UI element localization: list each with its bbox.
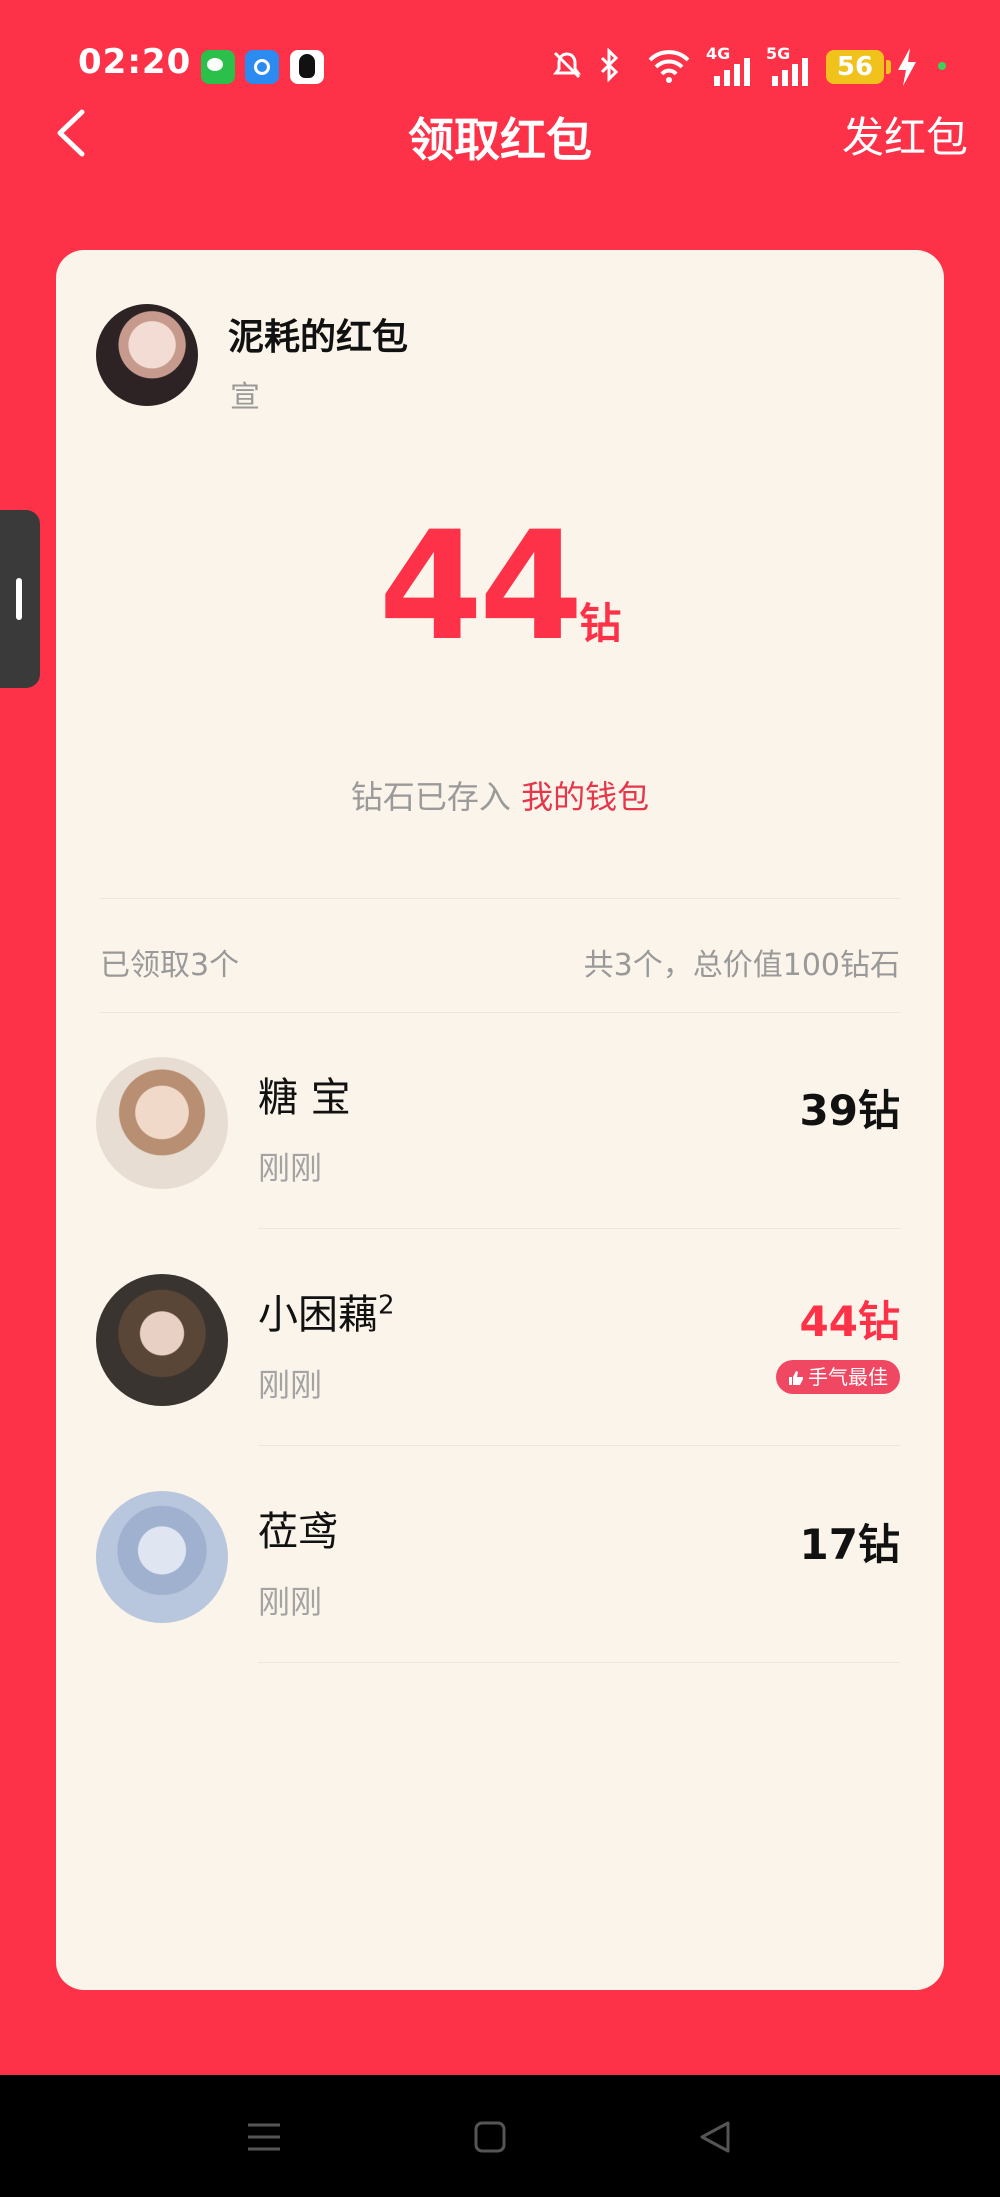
avatar[interactable] [96, 1491, 228, 1623]
red-packet-card: 泥耗的红包 宣 44钻 钻石已存入 我的钱包 已领取3个 共3个，总价值100钻… [56, 250, 944, 1990]
charging-icon [898, 48, 916, 86]
claimer-name: 糖 宝 [258, 1075, 351, 1121]
total-summary: 共3个，总价值100钻石 [583, 948, 900, 983]
claim-amount: 39钻 [799, 1086, 900, 1135]
claim-time: 刚刚 [258, 1149, 323, 1187]
best-luck-badge: 手气最佳 [776, 1360, 900, 1394]
bluetooth-icon [600, 48, 619, 82]
claimer-name: 莅鸢 [258, 1509, 338, 1555]
divider [100, 898, 900, 899]
claimer-name: 小困藕2 [258, 1282, 395, 1340]
avatar[interactable] [96, 1057, 228, 1189]
send-red-packet-button[interactable]: 发红包 [842, 104, 968, 165]
claimed-count: 已领取3个 [100, 948, 240, 983]
menu-icon[interactable] [244, 2117, 284, 2157]
claim-row[interactable]: 糖 宝 刚刚 39钻 [56, 1013, 944, 1229]
wallet-note-text: 钻石已存入 [350, 778, 511, 816]
signal-5g-icon [772, 58, 808, 86]
claim-amount: 17钻 [799, 1520, 900, 1569]
claim-row[interactable]: 莅鸢 刚刚 17钻 [56, 1447, 944, 1663]
received-amount: 44钻 [56, 500, 944, 674]
blue-app-icon [245, 50, 279, 84]
back-nav-icon[interactable] [696, 2117, 736, 2157]
home-icon[interactable] [470, 2117, 510, 2157]
claim-amount: 44钻 [799, 1297, 900, 1346]
claim-time: 刚刚 [258, 1366, 323, 1404]
claim-row[interactable]: 小困藕2 刚刚 44钻 手气最佳 [56, 1230, 944, 1446]
notification-dot [938, 62, 946, 70]
my-wallet-link[interactable]: 我的钱包 [521, 778, 649, 816]
sender-message: 宣 [230, 380, 260, 415]
signal-4g-icon [714, 58, 750, 86]
sender-avatar[interactable] [96, 304, 198, 406]
amount-unit: 钻 [579, 599, 622, 648]
system-nav-bar [0, 2075, 1000, 2197]
divider [258, 1662, 900, 1663]
wifi-icon [648, 50, 690, 83]
claimer-name-sup: 2 [378, 1290, 395, 1321]
qq-icon [290, 50, 324, 84]
claimer-name-text: 小困藕 [258, 1292, 378, 1338]
red-packet-screen: 02:20 4G 5G 56 领取红包 发红包 泥耗的红包 宣 44钻 钻石已存… [0, 0, 1000, 2075]
sender-name: 泥耗的红包 [228, 317, 409, 358]
divider [258, 1228, 900, 1229]
status-bar: 02:20 4G 5G 56 [0, 0, 1000, 100]
status-time: 02:20 [78, 42, 192, 82]
amount-value: 44 [378, 500, 584, 674]
side-panel-handle[interactable] [0, 510, 40, 688]
avatar[interactable] [96, 1274, 228, 1406]
mute-icon [553, 51, 581, 79]
divider [258, 1445, 900, 1446]
best-luck-label: 手气最佳 [808, 1365, 888, 1389]
thumbs-up-icon [789, 1371, 803, 1385]
wallet-note: 钻石已存入 我的钱包 [56, 772, 944, 818]
wechat-icon [201, 50, 235, 84]
claim-time: 刚刚 [258, 1583, 323, 1621]
battery-indicator: 56 [826, 50, 891, 84]
